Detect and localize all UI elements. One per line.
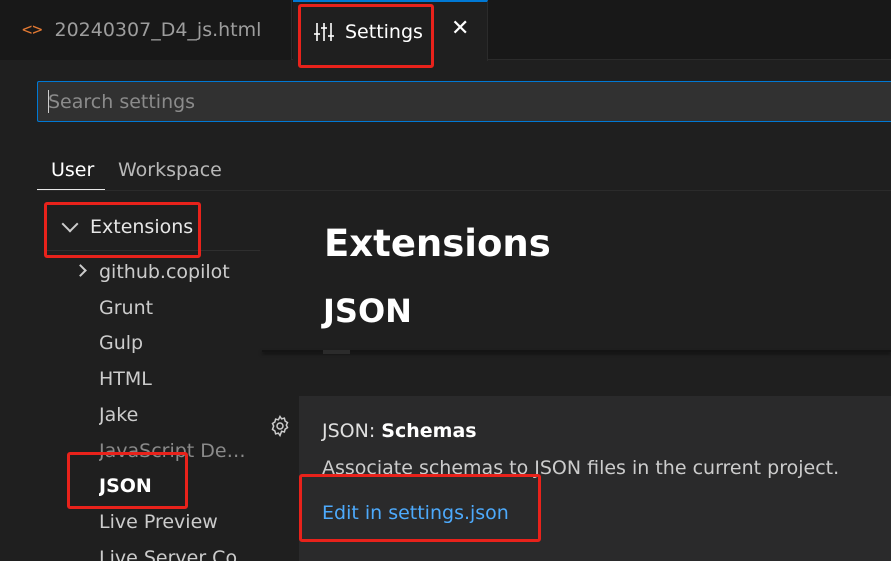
editor-tab-bar: <> 20240307_D4_js.html Settings ✕ [0,0,891,61]
edit-in-settings-json-link[interactable]: Edit in settings.json [322,502,509,524]
toc-item-json[interactable]: JSON [99,473,259,499]
tab-settings-label: Settings [345,20,423,43]
setting-description: Associate schemas to JSON files in the c… [322,457,840,479]
setting-title: JSON: Schemas [322,420,477,442]
sticky-header-tick [323,350,350,354]
section-title: Extensions [324,222,551,265]
code-icon: <> [22,20,43,40]
toc-item-live-server-config[interactable]: Live Server Config [99,545,259,561]
toc-item-grunt[interactable]: Grunt [99,295,259,321]
tab-settings[interactable]: Settings ✕ [293,0,488,61]
close-icon[interactable]: ✕ [451,16,469,41]
toc-item-jake[interactable]: Jake [99,402,259,428]
toc-extensions-group[interactable]: Extensions [60,215,194,238]
toc-item-github-copilot[interactable]: github.copilot [99,259,259,285]
toc-divider [44,250,260,251]
toc-item-javascript-debugger[interactable]: JavaScript Debugger [99,438,255,464]
subsection-title: JSON [323,292,412,330]
tab-file[interactable]: <> 20240307_D4_js.html [0,0,292,60]
gear-icon[interactable] [268,414,292,438]
toc-item-gulp[interactable]: Gulp [99,330,259,356]
chevron-down-icon [61,215,79,233]
sticky-header-shadow [262,350,891,352]
chevron-right-icon[interactable] [74,264,87,277]
scope-divider [37,190,891,191]
text-caret [48,90,49,113]
tab-workspace[interactable]: Workspace [118,150,222,190]
search-settings-box[interactable] [37,81,891,122]
toc-item-html[interactable]: HTML [99,366,259,392]
setting-category: JSON: [322,420,382,442]
tab-file-label: 20240307_D4_js.html [54,19,262,41]
search-input[interactable] [48,90,891,113]
toc-item-live-preview[interactable]: Live Preview [99,509,259,535]
toc-extensions-label: Extensions [90,216,194,238]
tab-user[interactable]: User [37,150,105,190]
setting-name: Schemas [381,420,477,442]
sliders-icon [314,22,334,41]
